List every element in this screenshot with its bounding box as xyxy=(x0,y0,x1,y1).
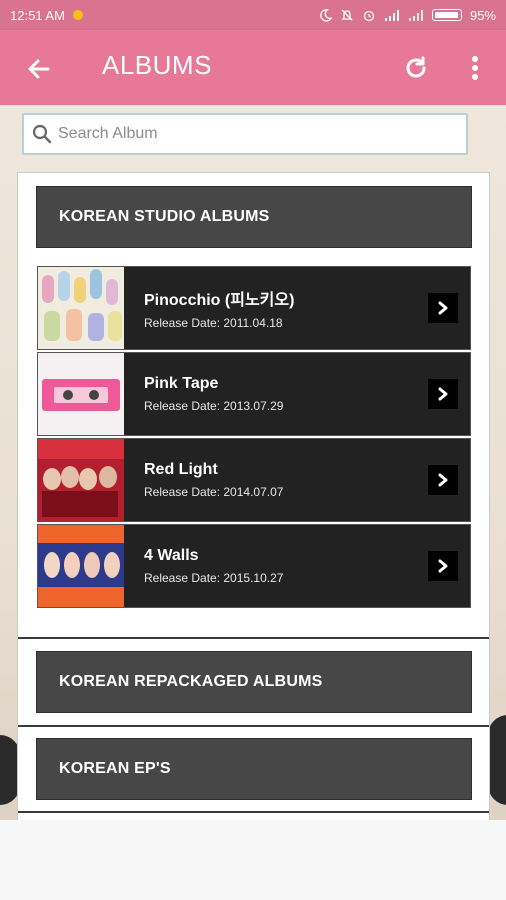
album-cover-image xyxy=(38,525,124,607)
album-release-date: Release Date: 2013.07.29 xyxy=(144,399,284,413)
album-list: Pinocchio (피노키오) Release Date: 2011.04.1… xyxy=(37,266,471,610)
chevron-right-icon xyxy=(438,559,448,573)
more-vert-icon xyxy=(472,56,478,80)
album-release-date: Release Date: 2011.04.18 xyxy=(144,316,283,330)
mute-bell-icon xyxy=(341,9,353,21)
albums-panel: KOREAN STUDIO ALBUMS Pinocchio (피노키오) Re… xyxy=(17,172,490,822)
album-release-date: Release Date: 2015.10.27 xyxy=(144,571,284,585)
moon-icon xyxy=(320,8,332,22)
signal-icon-2 xyxy=(408,9,423,21)
chevron-right-icon xyxy=(438,387,448,401)
refresh-icon xyxy=(406,56,426,78)
search-icon xyxy=(32,124,52,144)
album-row-pinocchio[interactable]: Pinocchio (피노키오) Release Date: 2011.04.1… xyxy=(37,266,471,350)
arrow-left-icon xyxy=(28,59,50,79)
chevron-right-icon xyxy=(438,301,448,315)
album-title: Red Light xyxy=(144,461,218,478)
page-title: ALBUMS xyxy=(102,50,212,80)
album-title: Pinocchio (피노키오) xyxy=(144,292,295,309)
open-album-button[interactable] xyxy=(428,465,458,495)
alarm-icon xyxy=(363,10,375,22)
back-button[interactable] xyxy=(22,52,56,86)
section-divider xyxy=(18,637,489,639)
section-header-eps[interactable]: KOREAN EP'S xyxy=(36,738,472,800)
section-header-studio-albums[interactable]: KOREAN STUDIO ALBUMS xyxy=(36,186,472,248)
album-title: Pink Tape xyxy=(144,375,219,392)
status-bar: 12:51 AM 95% xyxy=(0,0,506,30)
section-header-label: KOREAN EP'S xyxy=(59,760,171,777)
album-row-4-walls[interactable]: 4 Walls Release Date: 2015.10.27 xyxy=(37,524,471,608)
open-album-button[interactable] xyxy=(428,293,458,323)
album-cover-image xyxy=(38,267,124,349)
open-album-button[interactable] xyxy=(428,551,458,581)
refresh-button[interactable] xyxy=(398,50,434,86)
album-row-red-light[interactable]: Red Light Release Date: 2014.07.07 xyxy=(37,438,471,522)
album-cover-image xyxy=(38,439,124,521)
app-bar: ALBUMS xyxy=(0,30,506,105)
open-album-button[interactable] xyxy=(428,379,458,409)
album-row-pink-tape[interactable]: Pink Tape Release Date: 2013.07.29 xyxy=(37,352,471,436)
section-header-repackaged-albums[interactable]: KOREAN REPACKAGED ALBUMS xyxy=(36,651,472,713)
search-box[interactable] xyxy=(22,113,468,155)
chevron-right-icon xyxy=(438,473,448,487)
search-input[interactable] xyxy=(58,125,448,143)
battery-icon xyxy=(431,9,462,21)
status-time: 12:51 AM xyxy=(10,7,65,23)
section-divider xyxy=(18,725,489,727)
more-options-button[interactable] xyxy=(460,50,490,86)
battery-percent: 95% xyxy=(469,7,496,23)
wallpaper-shape xyxy=(488,715,506,805)
signal-icon xyxy=(384,9,399,21)
bottom-blank-area xyxy=(0,820,506,900)
section-header-label: KOREAN REPACKAGED ALBUMS xyxy=(59,673,323,690)
section-divider xyxy=(18,811,489,813)
album-cover-image xyxy=(38,353,124,435)
section-header-label: KOREAN STUDIO ALBUMS xyxy=(59,208,270,225)
album-release-date: Release Date: 2014.07.07 xyxy=(144,485,284,499)
album-title: 4 Walls xyxy=(144,547,199,564)
notification-dot-icon xyxy=(72,10,83,20)
